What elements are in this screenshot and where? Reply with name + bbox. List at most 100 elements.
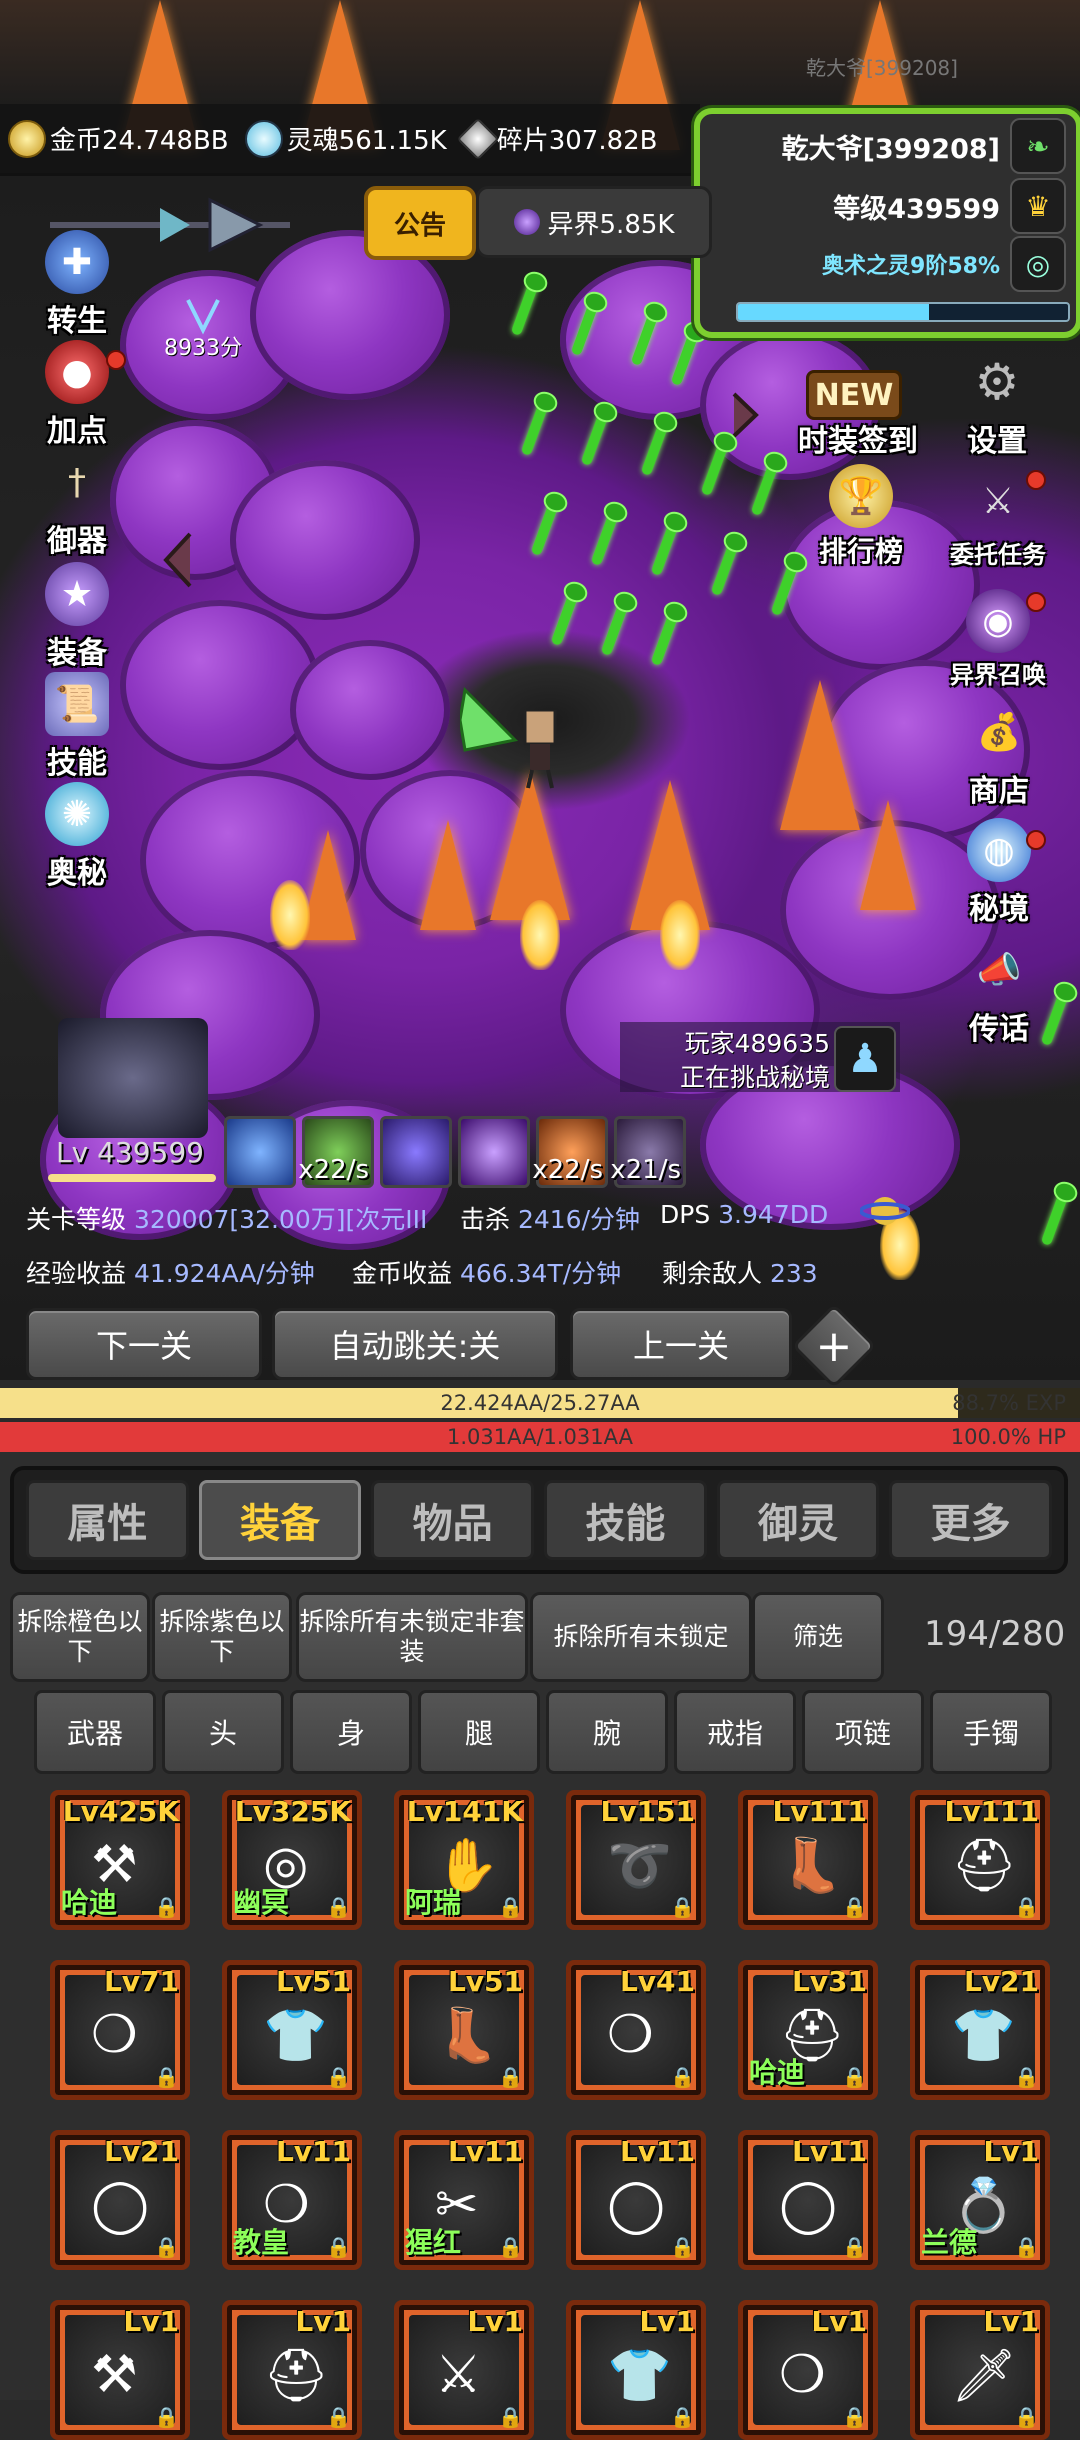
menu-settings[interactable]: ⚙ 设置 bbox=[942, 350, 1052, 460]
category-head[interactable]: 头 bbox=[162, 1690, 284, 1774]
player-info-panel[interactable]: 乾大爷[399208] ❧ 等级439599 ♛ 奥术之灵9阶58% ◎ bbox=[694, 108, 1080, 338]
scroll-left-arrow[interactable] bbox=[160, 530, 194, 590]
equipment-item[interactable]: ➰ Lv151 🔒 bbox=[566, 1790, 706, 1930]
item-level: Lv1 bbox=[811, 2305, 867, 2338]
lock-icon: 🔒 bbox=[498, 2405, 523, 2429]
equipment-item[interactable]: 👕 Lv21 🔒 bbox=[910, 1960, 1050, 2100]
equipment-item[interactable]: 👕 Lv1 🔒 bbox=[566, 2300, 706, 2440]
equipment-item[interactable]: ⚒ Lv425K 哈迪 🔒 bbox=[50, 1790, 190, 1930]
item-level: Lv1 bbox=[295, 2305, 351, 2338]
fire-glow bbox=[660, 900, 700, 970]
equipment-item[interactable]: 👢 Lv51 🔒 bbox=[394, 1960, 534, 2100]
equipment-item[interactable]: ◯ Lv11 🔒 bbox=[566, 2130, 706, 2270]
category-body[interactable]: 身 bbox=[290, 1690, 412, 1774]
dismantle-unlocked-non-set-button[interactable]: 拆除所有未锁定非套装 bbox=[296, 1592, 528, 1682]
equipment-item[interactable]: ❍ Lv1 🔒 bbox=[738, 2300, 878, 2440]
category-legs[interactable]: 腿 bbox=[418, 1690, 540, 1774]
equipment-item[interactable]: ✂ Lv11 猩红 🔒 bbox=[394, 2130, 534, 2270]
item-level: Lv425K bbox=[62, 1795, 179, 1828]
tab-spirits[interactable]: 御灵 bbox=[716, 1480, 880, 1560]
menu-add-points[interactable]: ● 加点 bbox=[22, 340, 132, 450]
dismantle-all-unlocked-button[interactable]: 拆除所有未锁定 bbox=[530, 1592, 752, 1682]
lock-icon: 🔒 bbox=[326, 2065, 351, 2089]
menu-secret-realm[interactable]: ◍ 秘境 bbox=[944, 818, 1054, 928]
next-stage-button[interactable]: 下一关 bbox=[26, 1308, 262, 1380]
hero-portrait[interactable]: Lv 439599 bbox=[44, 1018, 216, 1182]
equipment-item[interactable]: ⚔ Lv1 🔒 bbox=[394, 2300, 534, 2440]
menu-equipment[interactable]: ★ 装备 bbox=[22, 562, 132, 672]
stage-label: 关卡等级 bbox=[26, 1205, 127, 1234]
category-wrist[interactable]: 腕 bbox=[546, 1690, 668, 1774]
exp-income: 经验收益 41.924AA/分钟 bbox=[26, 1254, 315, 1290]
item-level: Lv11 bbox=[619, 2135, 695, 2168]
equipment-item[interactable]: ⛑ Lv31 哈迪 🔒 bbox=[738, 1960, 878, 2100]
green-projectile bbox=[590, 509, 620, 567]
scroll-right-arrow[interactable] bbox=[730, 390, 760, 440]
menu-fashion-signin[interactable]: 时装签到 bbox=[778, 350, 938, 460]
gold-income-label: 金币收益 bbox=[352, 1259, 453, 1288]
dismantle-below-purple-button[interactable]: 拆除紫色以下 bbox=[152, 1592, 292, 1682]
otherworld-button[interactable]: 异界5.85K bbox=[476, 186, 712, 258]
exp-bar: 22.424AA/25.27AA 88.7% EXP bbox=[0, 1388, 1080, 1418]
menu-otherworld-summon[interactable]: ◉ 异界召唤 bbox=[938, 580, 1058, 690]
tab-items[interactable]: 物品 bbox=[371, 1480, 535, 1560]
exp-income-label: 经验收益 bbox=[26, 1259, 127, 1288]
tab-attributes[interactable]: 属性 bbox=[26, 1480, 189, 1560]
equipment-item[interactable]: ⛑ Lv111 🔒 bbox=[910, 1790, 1050, 1930]
menu-commission[interactable]: ⚔ 委托任务 bbox=[938, 460, 1058, 570]
equipment-item[interactable]: ◎ Lv325K 幽冥 🔒 bbox=[222, 1790, 362, 1930]
equipment-item[interactable]: ✋ Lv141K 阿瑞 🔒 bbox=[394, 1790, 534, 1930]
tab-equipment[interactable]: 装备 bbox=[198, 1480, 362, 1560]
tab-skills[interactable]: 技能 bbox=[544, 1480, 707, 1560]
gold-coin-icon bbox=[8, 119, 46, 158]
category-ring[interactable]: 戒指 bbox=[674, 1690, 796, 1774]
prev-stage-button[interactable]: 上一关 bbox=[570, 1308, 792, 1380]
auto-skip-toggle[interactable]: 自动跳关:关 bbox=[272, 1308, 558, 1380]
tab-more[interactable]: 更多 bbox=[889, 1480, 1053, 1560]
menu-skills[interactable]: 📜 技能 bbox=[22, 672, 132, 782]
menu-mystery[interactable]: ✺ 奥秘 bbox=[22, 782, 132, 892]
dismantle-below-orange-button[interactable]: 拆除橙色以下 bbox=[10, 1592, 150, 1682]
notice-button[interactable]: 公告 bbox=[364, 186, 476, 260]
item-level: Lv111 bbox=[944, 1795, 1039, 1828]
equipment-item[interactable]: 💍 Lv1 兰德 🔒 bbox=[910, 2130, 1050, 2270]
equipment-item[interactable]: 👕 Lv51 🔒 bbox=[222, 1960, 362, 2100]
menu-summon-label: 异界召唤 bbox=[950, 661, 1046, 689]
equipment-item[interactable]: ❍ Lv11 教皇 🔒 bbox=[222, 2130, 362, 2270]
equipment-item[interactable]: ❍ Lv71 🔒 bbox=[50, 1960, 190, 2100]
skill-slot-2[interactable]: x22/s bbox=[298, 1116, 374, 1188]
category-weapon[interactable]: 武器 bbox=[34, 1690, 156, 1774]
category-necklace[interactable]: 项链 bbox=[802, 1690, 924, 1774]
equipment-item[interactable]: ❍ Lv41 🔒 bbox=[566, 1960, 706, 2100]
menu-artifact[interactable]: † 御器 bbox=[22, 450, 132, 560]
category-bracelet[interactable]: 手镯 bbox=[930, 1690, 1052, 1774]
lock-icon: 🔒 bbox=[1014, 2405, 1039, 2429]
planet-icon bbox=[859, 1186, 911, 1236]
equipment-item[interactable]: ◯ Lv21 🔒 bbox=[50, 2130, 190, 2270]
equipment-item[interactable]: 👢 Lv111 🔒 bbox=[738, 1790, 878, 1930]
skill-slot-6[interactable]: x21/s bbox=[610, 1116, 686, 1188]
menu-shop[interactable]: 💰 商店 bbox=[944, 700, 1054, 810]
menu-teleport[interactable]: 📣 传话 bbox=[944, 938, 1054, 1048]
equipment-item[interactable]: ⚒ Lv1 🔒 bbox=[50, 2300, 190, 2440]
gold-resource: 金币24.748BB bbox=[8, 119, 229, 158]
skill-slot-1[interactable] bbox=[224, 1116, 296, 1188]
equipment-item[interactable]: ◯ Lv11 🔒 bbox=[738, 2130, 878, 2270]
kill-label: 击杀 bbox=[460, 1205, 511, 1234]
green-projectile bbox=[710, 539, 740, 597]
kill-value: 2416/分钟 bbox=[517, 1205, 641, 1234]
skill-slot-3[interactable] bbox=[380, 1116, 452, 1188]
green-projectile bbox=[1040, 1189, 1070, 1247]
skill-slot-5[interactable]: x22/s bbox=[532, 1116, 608, 1188]
skill-slot-4[interactable] bbox=[458, 1116, 530, 1188]
filter-button[interactable]: 筛选 bbox=[752, 1592, 884, 1682]
notification-dot bbox=[1026, 592, 1046, 612]
equipment-item[interactable]: ⛑ Lv1 🔒 bbox=[222, 2300, 362, 2440]
item-level: Lv1 bbox=[639, 2305, 695, 2338]
lock-icon: 🔒 bbox=[154, 2405, 179, 2429]
item-level: Lv31 bbox=[791, 1965, 867, 1998]
flame bbox=[860, 800, 916, 910]
menu-rebirth[interactable]: ✚ 转生 bbox=[22, 230, 132, 340]
menu-ranking[interactable]: 🏆 排行榜 bbox=[806, 460, 916, 570]
equipment-item[interactable]: 🗡 Lv1 🔒 bbox=[910, 2300, 1050, 2440]
